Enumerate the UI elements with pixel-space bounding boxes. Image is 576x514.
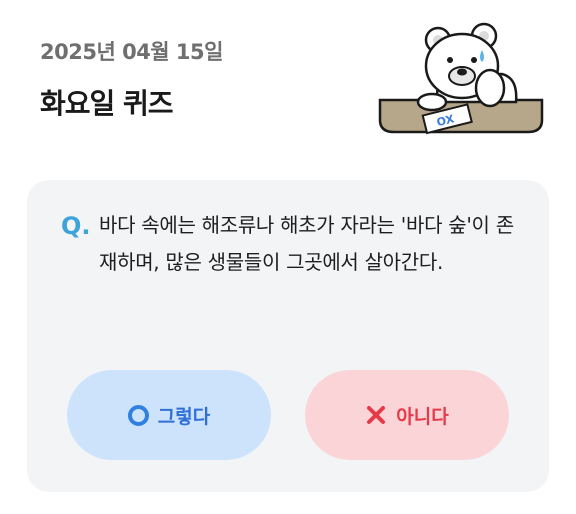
question-text: 바다 속에는 해조류나 해초가 자라는 '바다 숲'이 존재하며, 많은 생물들…	[99, 213, 514, 274]
answer-no-button[interactable]: 아니다	[305, 370, 509, 460]
bear-mascot-illustration: OX	[378, 22, 544, 135]
quiz-date: 2025년 04월 15일	[40, 40, 223, 64]
circle-o-icon	[127, 404, 149, 426]
quiz-card: Q. 바다 속에는 해조류나 해초가 자라는 '바다 숲'이 존재하며, 많은 …	[27, 180, 549, 492]
answer-yes-label: 그렇다	[157, 405, 211, 428]
page-title: 화요일 퀴즈	[40, 87, 174, 120]
question-marker: Q.	[61, 212, 91, 240]
answer-yes-button[interactable]: 그렇다	[67, 370, 271, 460]
answer-no-label: 아니다	[396, 405, 449, 428]
x-mark-icon	[367, 406, 386, 424]
